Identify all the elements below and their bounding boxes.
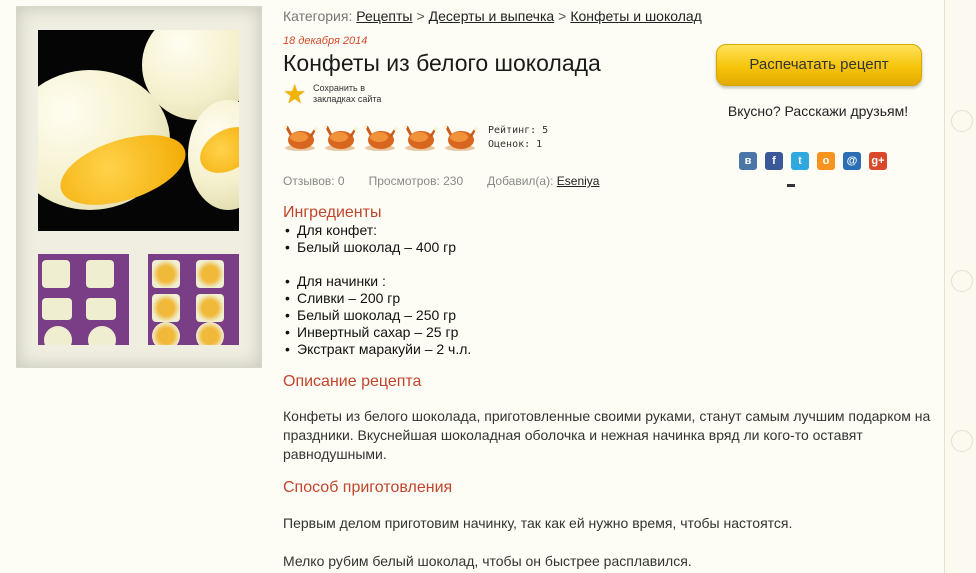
ingredients-heading: Ингредиенты	[283, 204, 382, 221]
description-text: Конфеты из белого шоколада, приготовленн…	[283, 408, 931, 462]
breadcrumb: Категория: Рецепты > Десерты и выпечка > Кон…	[283, 8, 702, 24]
breadcrumb-separator: >	[558, 8, 567, 24]
breadcrumb-link-recipes[interactable]: Рецепты	[356, 8, 412, 24]
breadcrumb-label: Категория:	[283, 8, 353, 24]
breadcrumb-link-desserts[interactable]: Десерты и выпечка	[429, 8, 555, 24]
breadcrumb-separator: >	[416, 8, 425, 24]
roast-chicken-rating-icon[interactable]	[443, 121, 477, 153]
author-link[interactable]: Eseniya	[557, 174, 600, 188]
method-step-2: Мелко рубим белый шоколад, чтобы он быст…	[283, 553, 692, 569]
bookmark-button[interactable]: ★ Сохранить в закладках сайта	[283, 79, 408, 109]
description-heading: Описание рецепта	[283, 373, 422, 390]
twitter-icon[interactable]: t	[791, 152, 809, 170]
rating-stars[interactable]	[283, 121, 483, 153]
ingredients-list: Для конфет:Белый шоколад – 400 гр Для нач…	[285, 222, 471, 358]
star-icon: ★	[283, 79, 307, 109]
share-prompt: Вкусно? Расскажи друзьям!	[727, 103, 909, 119]
main-recipe-photo[interactable]	[38, 30, 239, 231]
share-counter-divider	[787, 184, 795, 187]
cupcake-doodle-icon	[951, 110, 973, 132]
added-by-label: Добавил(а):	[487, 174, 554, 188]
ingredient-item	[285, 256, 471, 273]
ingredient-item: Инвертный сахар – 25 гр	[285, 324, 471, 341]
spoon-doodle-icon	[951, 430, 973, 452]
pot-doodle-icon	[951, 270, 973, 292]
roast-chicken-rating-icon[interactable]	[283, 121, 317, 153]
bookmark-label: Сохранить в закладках сайта	[313, 83, 382, 104]
rating-info: Рейтинг: 5 Оценок: 1	[488, 124, 548, 152]
roast-chicken-rating-icon[interactable]	[403, 121, 437, 153]
reviews-count: Отзывов: 0	[283, 174, 345, 188]
roast-chicken-rating-icon[interactable]	[363, 121, 397, 153]
social-share-icons: в f t о @ g+	[739, 152, 887, 170]
share-widget-truncated	[784, 193, 787, 198]
ingredient-item: Экстракт маракуйи – 2 ч.л.	[285, 341, 471, 358]
mailru-icon[interactable]: @	[843, 152, 861, 170]
recipe-title: Конфеты из белого шоколада	[283, 50, 601, 76]
googleplus-icon[interactable]: g+	[869, 152, 887, 170]
ingredient-item: Для конфет:	[285, 222, 471, 239]
photo-gallery	[16, 6, 262, 368]
ingredient-item: Белый шоколад – 400 гр	[285, 239, 471, 256]
ingredient-item: Белый шоколад – 250 гр	[285, 307, 471, 324]
odnoklassniki-icon[interactable]: о	[817, 152, 835, 170]
ingredient-item: Сливки – 200 гр	[285, 290, 471, 307]
method-heading: Способ приготовления	[283, 479, 453, 496]
views-count: Просмотров: 230	[368, 174, 464, 188]
facebook-icon[interactable]: f	[765, 152, 783, 170]
votes-count: Оценок: 1	[488, 139, 543, 150]
decorative-side-pattern	[944, 0, 976, 573]
gallery-thumbnail-2[interactable]	[148, 254, 239, 345]
method-step-1: Первым делом приготовим начинку, так как…	[283, 515, 793, 531]
recipe-stats: Отзывов: 0 Просмотров: 230 Добавил(а): E…	[283, 174, 599, 188]
recipe-date: 18 декабря 2014	[283, 35, 368, 47]
added-by: Добавил(а): Eseniya	[487, 174, 599, 188]
rating-value: Рейтинг: 5	[488, 125, 549, 136]
ingredient-item: Для начинки :	[285, 273, 471, 290]
breadcrumb-link-candies[interactable]: Конфеты и шоколад	[570, 8, 702, 24]
gallery-thumbnail-1[interactable]	[38, 254, 129, 345]
roast-chicken-rating-icon[interactable]	[323, 121, 357, 153]
vkontakte-icon[interactable]: в	[739, 152, 757, 170]
print-recipe-button[interactable]: Распечатать рецепт	[716, 44, 922, 86]
